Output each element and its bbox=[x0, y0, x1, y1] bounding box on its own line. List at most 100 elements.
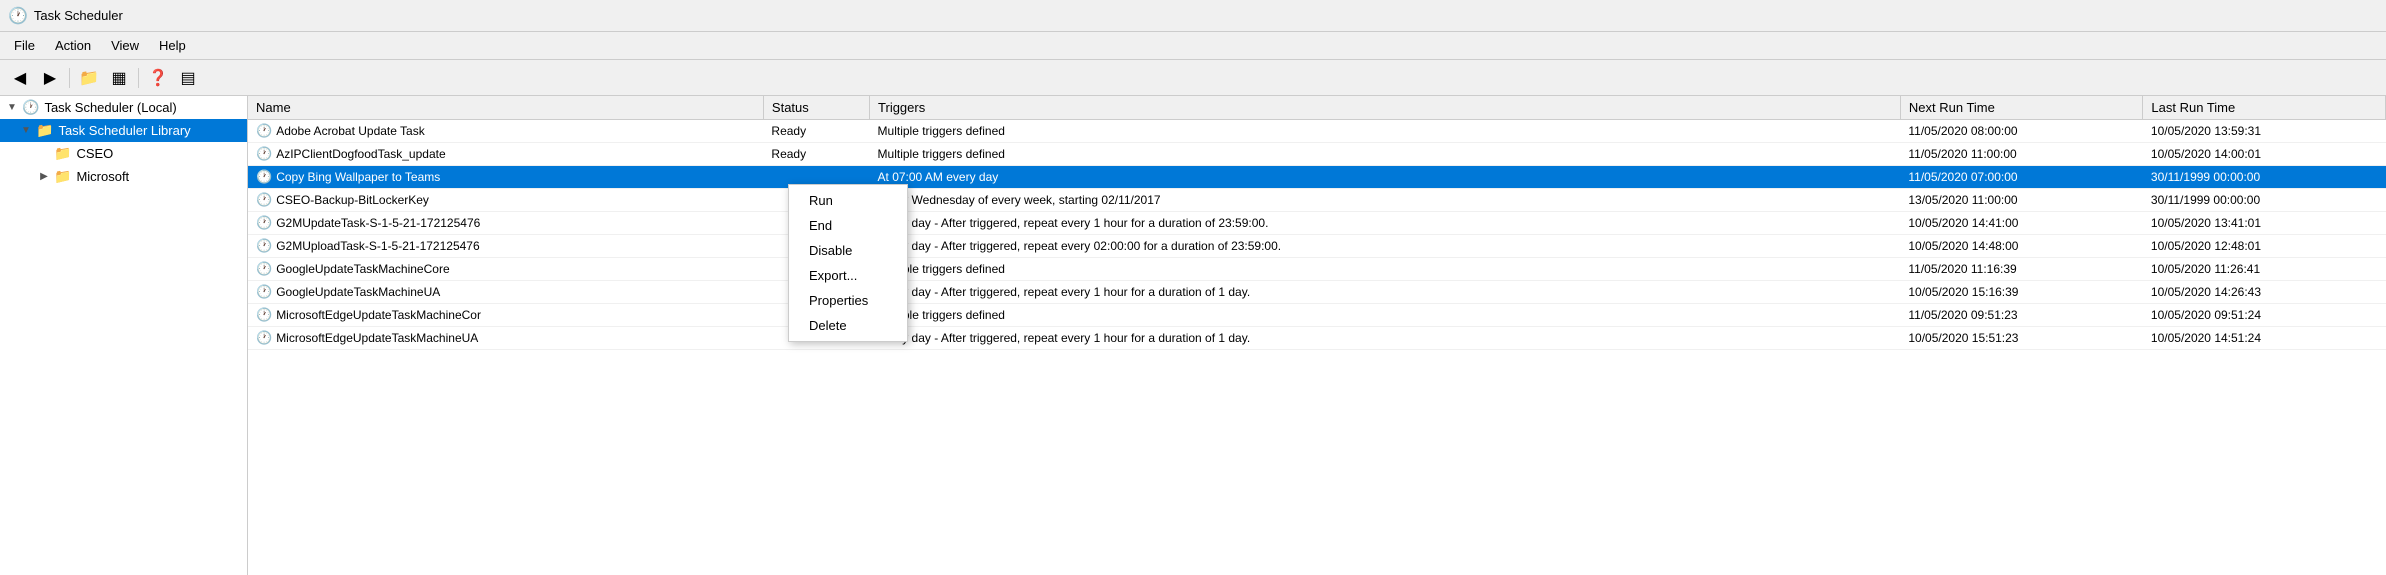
col-header-next-run[interactable]: Next Run Time bbox=[1900, 96, 2143, 120]
table-row[interactable]: 🕐G2MUploadTask-S-1-5-21-172125476 Every d… bbox=[248, 235, 2386, 258]
task-row-icon: 🕐 bbox=[256, 123, 272, 138]
tree-item-microsoft[interactable]: ▶ 📁 Microsoft bbox=[0, 165, 247, 188]
task-next-run-cell: 11/05/2020 09:51:23 bbox=[1900, 304, 2143, 327]
task-status-cell: Ready bbox=[763, 143, 869, 166]
task-name-cell: 🕐G2MUploadTask-S-1-5-21-172125476 bbox=[248, 235, 763, 258]
task-last-run-cell: 10/05/2020 13:59:31 bbox=[2143, 120, 2386, 143]
task-name-cell: 🕐GoogleUpdateTaskMachineUA bbox=[248, 281, 763, 304]
view-button[interactable]: ▤ bbox=[174, 65, 202, 91]
task-last-run-cell: 10/05/2020 11:26:41 bbox=[2143, 258, 2386, 281]
tree-item-local[interactable]: ▼ 🕐 Task Scheduler (Local) bbox=[0, 96, 247, 119]
tree-arrow-local: ▼ bbox=[4, 102, 20, 113]
menu-help[interactable]: Help bbox=[149, 34, 196, 57]
col-header-status[interactable]: Status bbox=[763, 96, 869, 120]
menu-view[interactable]: View bbox=[101, 34, 149, 57]
right-panel: Name Status Triggers Next Run Time Last … bbox=[248, 96, 2386, 575]
task-last-run-cell: 10/05/2020 14:00:01 bbox=[2143, 143, 2386, 166]
tree-icon-local: 🕐 bbox=[22, 99, 39, 116]
table-row[interactable]: 🕐CSEO-Backup-BitLockerKeyEvery Wednesday… bbox=[248, 189, 2386, 212]
task-row-icon: 🕐 bbox=[256, 261, 272, 276]
tree-label-local: Task Scheduler (Local) bbox=[44, 100, 176, 115]
task-next-run-cell: 10/05/2020 14:48:00 bbox=[1900, 235, 2143, 258]
context-menu-item-run[interactable]: Run bbox=[789, 188, 907, 213]
grid-button[interactable]: ▦ bbox=[105, 65, 133, 91]
table-row[interactable]: 🕐GoogleUpdateTaskMachineCoreMultiple tri… bbox=[248, 258, 2386, 281]
col-header-triggers[interactable]: Triggers bbox=[870, 96, 1901, 120]
context-menu-item-delete[interactable]: Delete bbox=[789, 313, 907, 338]
table-row[interactable]: 🕐G2MUpdateTask-S-1-5-21-172125476 Every d… bbox=[248, 212, 2386, 235]
task-row-icon: 🕐 bbox=[256, 169, 272, 184]
title-bar: 🕐 Task Scheduler bbox=[0, 0, 2386, 32]
task-triggers-cell: Multiple triggers defined bbox=[870, 258, 1901, 281]
task-last-run-cell: 10/05/2020 14:26:43 bbox=[2143, 281, 2386, 304]
tree-label-library: Task Scheduler Library bbox=[58, 123, 190, 138]
task-name-cell: 🕐AzIPClientDogfoodTask_update bbox=[248, 143, 763, 166]
task-name-cell: 🕐Adobe Acrobat Update Task bbox=[248, 120, 763, 143]
task-last-run-cell: 30/11/1999 00:00:00 bbox=[2143, 166, 2386, 189]
main-layout: ▼ 🕐 Task Scheduler (Local) ▼ 📁 Task Sche… bbox=[0, 96, 2386, 575]
task-row-icon: 🕐 bbox=[256, 284, 272, 299]
task-next-run-cell: 11/05/2020 11:16:39 bbox=[1900, 258, 2143, 281]
task-name-cell: 🕐MicrosoftEdgeUpdateTaskMachineCor bbox=[248, 304, 763, 327]
tree-item-cseo[interactable]: 📁 CSEO bbox=[0, 142, 247, 165]
tree-arrow-microsoft: ▶ bbox=[36, 171, 52, 182]
context-menu-item-end[interactable]: End bbox=[789, 213, 907, 238]
task-triggers-cell: Every day - After triggered, repeat ever… bbox=[870, 327, 1901, 350]
task-name-cell: 🕐Copy Bing Wallpaper to Teams bbox=[248, 166, 763, 189]
folder-button[interactable]: 📁 bbox=[75, 65, 103, 91]
task-last-run-cell: 10/05/2020 12:48:01 bbox=[2143, 235, 2386, 258]
task-next-run-cell: 10/05/2020 15:51:23 bbox=[1900, 327, 2143, 350]
app-icon: 🕐 bbox=[8, 6, 28, 26]
context-menu-item-properties[interactable]: Properties bbox=[789, 288, 907, 313]
task-last-run-cell: 10/05/2020 13:41:01 bbox=[2143, 212, 2386, 235]
task-triggers-cell: Multiple triggers defined bbox=[870, 143, 1901, 166]
col-header-last-run[interactable]: Last Run Time bbox=[2143, 96, 2386, 120]
task-next-run-cell: 11/05/2020 11:00:00 bbox=[1900, 143, 2143, 166]
tree-item-library[interactable]: ▼ 📁 Task Scheduler Library bbox=[0, 119, 247, 142]
back-button[interactable]: ◀ bbox=[6, 65, 34, 91]
task-last-run-cell: 10/05/2020 14:51:24 bbox=[2143, 327, 2386, 350]
task-last-run-cell: 30/11/1999 00:00:00 bbox=[2143, 189, 2386, 212]
task-row-icon: 🕐 bbox=[256, 238, 272, 253]
task-next-run-cell: 11/05/2020 07:00:00 bbox=[1900, 166, 2143, 189]
task-triggers-cell: Multiple triggers defined bbox=[870, 120, 1901, 143]
table-header-row: Name Status Triggers Next Run Time Last … bbox=[248, 96, 2386, 120]
tree-icon-library: 📁 bbox=[36, 122, 53, 139]
task-name-cell: 🕐CSEO-Backup-BitLockerKey bbox=[248, 189, 763, 212]
table-row[interactable]: 🕐Copy Bing Wallpaper to Teams At 07:00 AM… bbox=[248, 166, 2386, 189]
task-next-run-cell: 11/05/2020 08:00:00 bbox=[1900, 120, 2143, 143]
forward-button[interactable]: ▶ bbox=[36, 65, 64, 91]
task-next-run-cell: 10/05/2020 14:41:00 bbox=[1900, 212, 2143, 235]
task-row-icon: 🕐 bbox=[256, 307, 272, 322]
task-triggers-cell: Every day - After triggered, repeat ever… bbox=[870, 281, 1901, 304]
menu-file[interactable]: File bbox=[4, 34, 45, 57]
task-triggers-cell: Every day - After triggered, repeat ever… bbox=[870, 212, 1901, 235]
menu-action[interactable]: Action bbox=[45, 34, 101, 57]
task-row-icon: 🕐 bbox=[256, 146, 272, 161]
task-row-icon: 🕐 bbox=[256, 215, 272, 230]
task-next-run-cell: 13/05/2020 11:00:00 bbox=[1900, 189, 2143, 212]
task-triggers-cell: At 07:00 AM every day bbox=[870, 166, 1901, 189]
table-row[interactable]: 🕐AzIPClientDogfoodTask_updateReadyMultip… bbox=[248, 143, 2386, 166]
help-button[interactable]: ❓ bbox=[144, 65, 172, 91]
left-panel: ▼ 🕐 Task Scheduler (Local) ▼ 📁 Task Sche… bbox=[0, 96, 248, 575]
task-row-icon: 🕐 bbox=[256, 192, 272, 207]
task-table: Name Status Triggers Next Run Time Last … bbox=[248, 96, 2386, 350]
context-menu: RunEndDisableExport...PropertiesDelete bbox=[788, 184, 908, 342]
task-status-cell: Ready bbox=[763, 120, 869, 143]
task-triggers-cell: Multiple triggers defined bbox=[870, 304, 1901, 327]
tree-icon-microsoft: 📁 bbox=[54, 168, 71, 185]
task-next-run-cell: 10/05/2020 15:16:39 bbox=[1900, 281, 2143, 304]
tree-label-cseo: CSEO bbox=[76, 146, 113, 161]
table-row[interactable]: 🕐MicrosoftEdgeUpdateTaskMachineCor Multip… bbox=[248, 304, 2386, 327]
context-menu-item-export---[interactable]: Export... bbox=[789, 263, 907, 288]
table-row[interactable]: 🕐GoogleUpdateTaskMachineUA Every day - Af… bbox=[248, 281, 2386, 304]
table-row[interactable]: 🕐MicrosoftEdgeUpdateTaskMachineUAEvery d… bbox=[248, 327, 2386, 350]
context-menu-item-disable[interactable]: Disable bbox=[789, 238, 907, 263]
table-row[interactable]: 🕐Adobe Acrobat Update TaskReadyMultiple … bbox=[248, 120, 2386, 143]
tree-arrow-library: ▼ bbox=[18, 125, 34, 136]
app-title: Task Scheduler bbox=[34, 8, 123, 23]
task-triggers-cell: Every day - After triggered, repeat ever… bbox=[870, 235, 1901, 258]
task-name-cell: 🕐G2MUpdateTask-S-1-5-21-172125476 bbox=[248, 212, 763, 235]
col-header-name[interactable]: Name bbox=[248, 96, 763, 120]
